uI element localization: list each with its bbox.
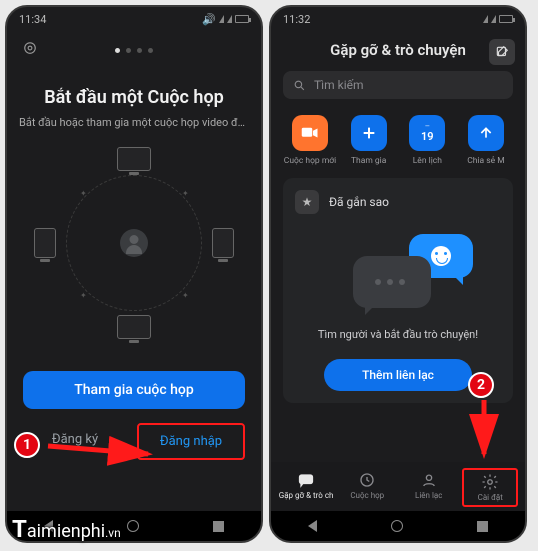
battery-icon: [235, 15, 249, 23]
search-field[interactable]: Tìm kiếm: [283, 71, 513, 99]
callout-arrow-2: [472, 398, 502, 472]
status-bar: 11:34 🔊: [7, 7, 261, 31]
volume-icon: 🔊: [202, 13, 216, 26]
device-icon: [117, 147, 151, 171]
signal-icon: [219, 15, 224, 23]
starred-card: ★ Đã gắn sao Tìm người và bắt đầu trò ch…: [283, 178, 513, 403]
action-schedule[interactable]: —19 Lên lịch: [400, 115, 454, 166]
tab-chat[interactable]: Gặp gỡ & trò ch...: [278, 468, 334, 507]
callout-arrow-1: [44, 432, 164, 476]
device-icon: [34, 228, 56, 258]
status-icons: [483, 15, 513, 23]
calendar-icon: —19: [409, 115, 445, 151]
compose-button[interactable]: [489, 39, 515, 65]
status-time: 11:32: [283, 13, 310, 26]
device-icon: [212, 228, 234, 258]
search-placeholder: Tìm kiếm: [314, 78, 364, 92]
status-time: 11:34: [19, 13, 46, 26]
watermark: Taimienphi.vn: [12, 515, 121, 543]
tab-settings[interactable]: Cài đặt: [462, 468, 518, 507]
callout-badge-2: 2: [468, 372, 494, 398]
gear-icon: [481, 473, 499, 491]
signal-icon-2: [227, 15, 232, 23]
page-title: Bắt đầu một Cuộc họp: [7, 87, 261, 108]
action-share[interactable]: Chia sẻ M: [459, 115, 513, 166]
compose-icon: [495, 45, 509, 59]
card-message: Tìm người và bắt đầu trò chuyện!: [295, 328, 501, 341]
person-icon: [120, 229, 148, 257]
video-icon: [292, 115, 328, 151]
action-join[interactable]: Tham gia: [342, 115, 396, 166]
add-contact-button[interactable]: Thêm liên lạc: [324, 359, 472, 391]
star-icon: ★: [295, 190, 319, 214]
meeting-illustration: ✦✦✦✦: [44, 153, 224, 333]
smiley-icon: [431, 246, 451, 266]
card-title: Đã gắn sao: [329, 195, 389, 209]
plus-icon: [351, 115, 387, 151]
settings-gear-icon[interactable]: [21, 39, 39, 61]
signal-icon-2: [491, 15, 496, 23]
battery-icon: [499, 15, 513, 23]
quick-actions-row: Cuộc họp mới Tham gia —19 Lên lịch Chia …: [271, 105, 525, 170]
tab-contacts[interactable]: Liên lạc: [401, 468, 457, 507]
header-title: Gặp gỡ & trò chuyện: [330, 41, 466, 59]
device-icon: [117, 315, 151, 339]
join-meeting-button[interactable]: Tham gia cuộc họp: [23, 371, 245, 409]
chat-icon: [297, 471, 315, 489]
page-subtitle: Bắt đầu hoặc tham gia một cuộc họp video…: [7, 116, 261, 129]
share-arrow-icon: [468, 115, 504, 151]
page-indicator: [115, 48, 153, 53]
nav-back-icon[interactable]: [308, 520, 317, 532]
contacts-icon: [420, 471, 438, 489]
nav-home-icon[interactable]: [391, 520, 403, 532]
nav-home-icon[interactable]: [127, 520, 139, 532]
tab-meetings[interactable]: Cuộc họp: [339, 468, 395, 507]
action-new-meeting[interactable]: Cuộc họp mới: [283, 115, 337, 166]
status-icons: 🔊: [202, 13, 249, 26]
nav-recent-icon[interactable]: [477, 521, 488, 532]
callout-badge-1: 1: [14, 432, 40, 458]
clock-icon: [358, 471, 376, 489]
status-bar: 11:32: [271, 7, 525, 31]
chat-illustration: [295, 226, 501, 322]
signal-icon: [483, 15, 488, 23]
nav-recent-icon[interactable]: [213, 521, 224, 532]
search-icon: [293, 79, 306, 92]
